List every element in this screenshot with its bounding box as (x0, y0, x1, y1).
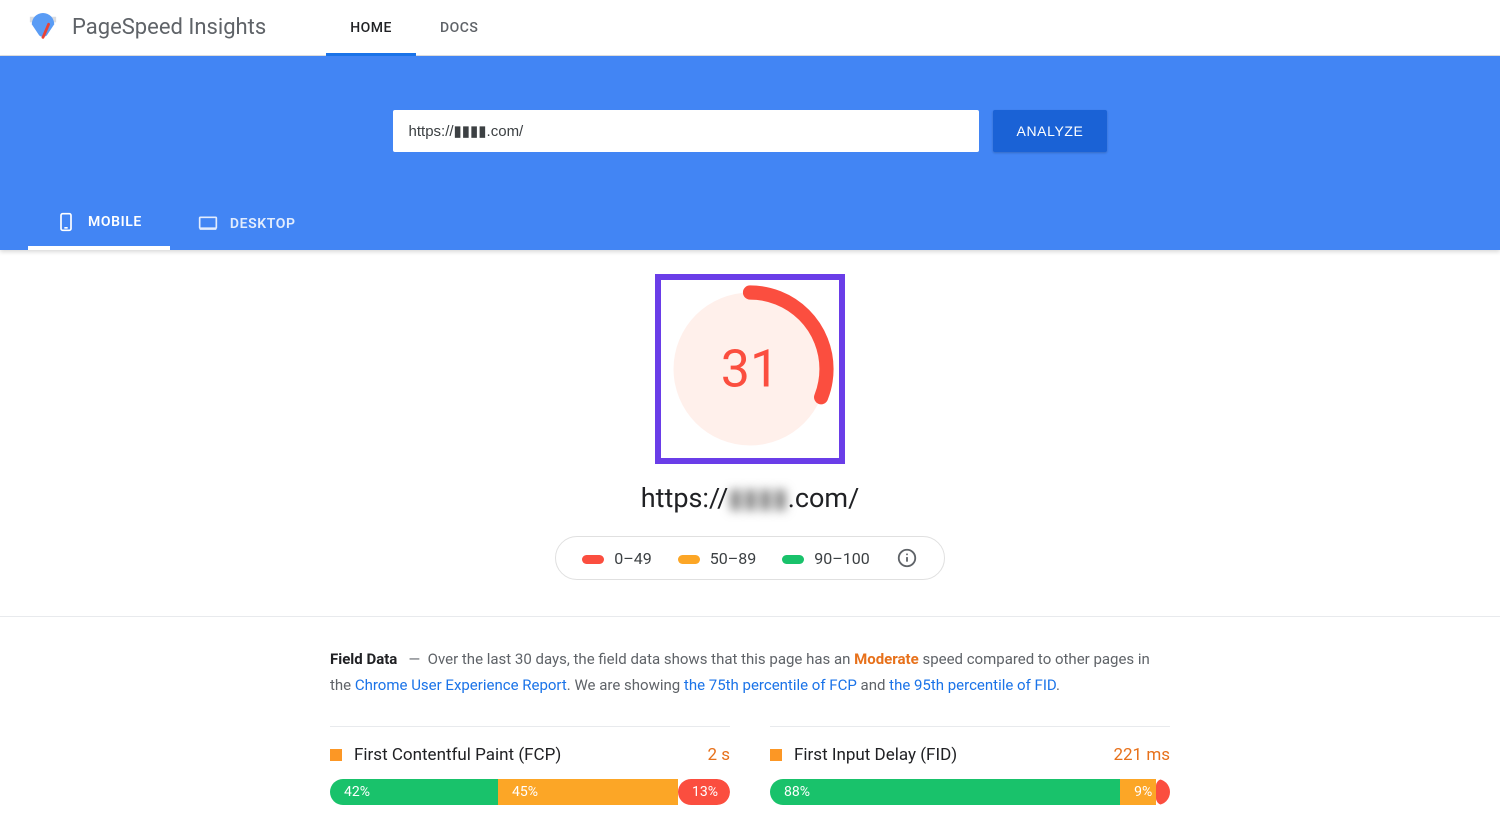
tested-url: https://▮▮▮▮.com/ (0, 482, 1500, 514)
link-crux-report[interactable]: Chrome User Experience Report (355, 676, 567, 694)
fcp-mid-seg: 45% (498, 779, 678, 805)
metric-fid-status-icon (770, 749, 782, 761)
metric-fid-value: 221 ms (1113, 745, 1170, 765)
field-data-section: Field Data — Over the last 30 days, the … (330, 647, 1170, 805)
fid-good-seg: 88% (770, 779, 1120, 805)
fcp-poor-seg: 13% (678, 779, 730, 805)
metric-fid: First Input Delay (FID) 221 ms 88% 9% 3% (770, 726, 1170, 805)
pagespeed-logo-icon (28, 13, 58, 43)
metric-fcp-label: First Contentful Paint (FCP) (354, 745, 561, 765)
metric-fcp-status-icon (330, 749, 342, 761)
metric-fid-label: First Input Delay (FID) (794, 745, 957, 765)
legend-mid: 50–89 (678, 549, 756, 568)
desktop-icon (198, 214, 218, 234)
info-icon[interactable] (896, 547, 918, 569)
top-header: PageSpeed Insights HOME DOCS (0, 0, 1500, 56)
legend-low: 0–49 (582, 549, 651, 568)
fid-poor-seg: 3% (1156, 779, 1170, 805)
legend-high: 90–100 (782, 549, 869, 568)
metrics-row: First Contentful Paint (FCP) 2 s 42% 45%… (330, 726, 1170, 805)
metric-fcp-distribution: 42% 45% 13% (330, 779, 730, 805)
score-legend: 0–49 50–89 90–100 (555, 536, 944, 580)
metric-fid-distribution: 88% 9% 3% (770, 779, 1170, 805)
tested-url-prefix: https:// (641, 482, 729, 514)
tab-home[interactable]: HOME (326, 0, 416, 55)
tab-mobile[interactable]: MOBILE (28, 198, 170, 250)
score-value: 31 (721, 339, 779, 400)
field-data-status: Moderate (854, 650, 919, 668)
tab-desktop-label: DESKTOP (230, 216, 296, 232)
hero-banner: ANALYZE MOBILE DESKTOP (0, 56, 1500, 250)
link-p95-fid[interactable]: the 95th percentile of FID (889, 676, 1056, 694)
device-tabs: MOBILE DESKTOP (0, 198, 1500, 250)
tab-desktop[interactable]: DESKTOP (170, 198, 324, 250)
link-p75-fcp[interactable]: the 75th percentile of FCP (684, 676, 857, 694)
fid-mid-seg: 9% (1120, 779, 1156, 805)
metric-fcp: First Contentful Paint (FCP) 2 s 42% 45%… (330, 726, 730, 805)
field-data-title: Field Data (330, 650, 397, 668)
url-input[interactable] (393, 110, 979, 152)
fcp-good-seg: 42% (330, 779, 498, 805)
tested-url-redacted: ▮▮▮▮ (728, 482, 787, 514)
brand: PageSpeed Insights (28, 13, 266, 43)
tab-mobile-label: MOBILE (88, 214, 142, 230)
tested-url-suffix: .com/ (788, 482, 859, 514)
mobile-icon (56, 212, 76, 232)
field-data-description: Field Data — Over the last 30 days, the … (330, 647, 1170, 698)
app-title: PageSpeed Insights (72, 15, 266, 40)
score-highlight-box: 31 (655, 274, 845, 464)
url-form: ANALYZE (0, 110, 1500, 152)
score-section: 31 https://▮▮▮▮.com/ 0–49 50–89 90–100 (0, 250, 1500, 617)
primary-nav: HOME DOCS (326, 0, 502, 55)
metric-fcp-value: 2 s (707, 745, 730, 765)
score-gauge: 31 (665, 284, 835, 454)
analyze-button[interactable]: ANALYZE (993, 110, 1108, 152)
tab-docs[interactable]: DOCS (416, 0, 502, 55)
